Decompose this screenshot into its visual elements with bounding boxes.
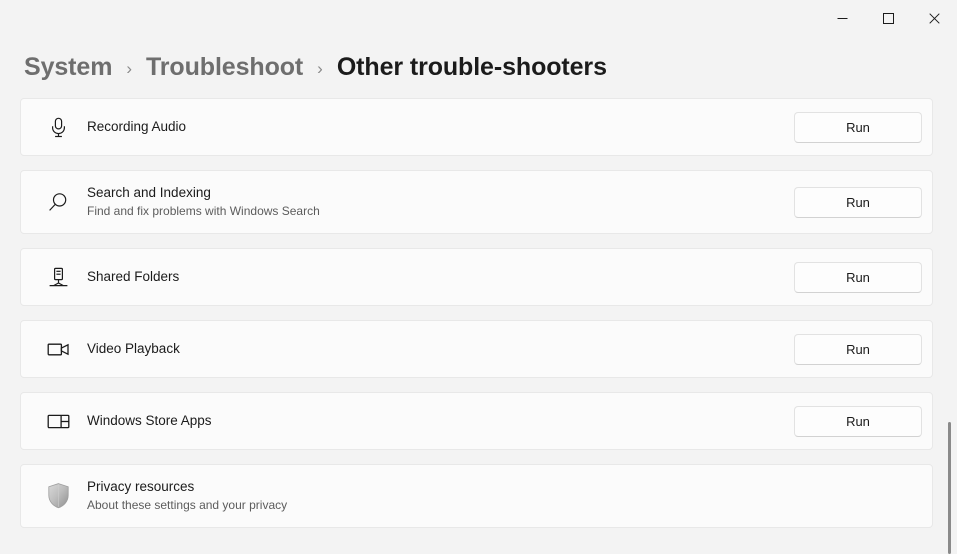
troubleshooters-scroll-area: Recording Audio Run Search and Indexing … <box>0 98 957 554</box>
row-text: Windows Store Apps <box>77 412 794 430</box>
row-title: Shared Folders <box>87 269 180 284</box>
run-button[interactable]: Run <box>794 111 922 143</box>
table-row[interactable]: Windows Store Apps Run <box>20 392 933 450</box>
row-text: Video Playback <box>77 340 794 358</box>
search-icon <box>39 192 77 213</box>
window-titlebar <box>0 0 957 36</box>
page-title: Other trouble-shooters <box>336 52 607 81</box>
maximize-icon <box>882 12 894 24</box>
breadcrumb-separator-icon: › <box>126 58 133 78</box>
close-button[interactable] <box>911 0 957 36</box>
shield-icon <box>39 482 77 510</box>
close-icon <box>928 12 940 24</box>
row-title: Recording Audio <box>87 119 187 134</box>
privacy-subtitle[interactable]: About these settings and your privacy <box>87 497 922 514</box>
run-button[interactable]: Run <box>794 333 922 365</box>
row-text: Search and Indexing Find and fix problem… <box>77 184 794 220</box>
row-title: Windows Store Apps <box>87 413 212 428</box>
run-button[interactable]: Run <box>794 405 922 437</box>
breadcrumb-separator-icon: › <box>317 58 323 78</box>
table-row[interactable]: Video Playback Run <box>20 320 933 378</box>
scrollbar[interactable] <box>943 98 953 554</box>
breadcrumb: System › Troubleshoot › Other trouble-sh… <box>0 36 957 98</box>
maximize-button[interactable] <box>865 0 911 36</box>
run-button[interactable]: Run <box>794 186 922 218</box>
microphone-icon <box>39 117 77 138</box>
table-row[interactable]: Search and Indexing Find and fix problem… <box>20 170 933 234</box>
table-row[interactable]: Recording Audio Run <box>20 98 933 156</box>
breadcrumb-item-system[interactable]: System <box>24 53 112 82</box>
row-text: Privacy resources About these settings a… <box>77 478 922 514</box>
privacy-resources-row[interactable]: Privacy resources About these settings a… <box>20 464 933 528</box>
troubleshooters-list: Recording Audio Run Search and Indexing … <box>0 98 957 528</box>
store-apps-icon <box>39 413 77 430</box>
video-camera-icon <box>39 341 77 358</box>
minimize-icon <box>837 13 848 24</box>
row-subtitle: Find and fix problems with Windows Searc… <box>87 204 320 218</box>
shared-folders-icon <box>39 267 77 288</box>
breadcrumb-item-troubleshoot[interactable]: Troubleshoot <box>146 53 303 82</box>
table-row[interactable]: Shared Folders Run <box>20 248 933 306</box>
row-title: Search and Indexing <box>87 185 211 200</box>
row-text: Recording Audio <box>77 118 794 136</box>
row-title: Video Playback <box>87 341 180 356</box>
row-text: Shared Folders <box>77 268 794 286</box>
privacy-title: Privacy resources <box>87 479 195 494</box>
run-button[interactable]: Run <box>794 261 922 293</box>
minimize-button[interactable] <box>819 0 865 36</box>
scrollbar-thumb[interactable] <box>948 421 951 554</box>
